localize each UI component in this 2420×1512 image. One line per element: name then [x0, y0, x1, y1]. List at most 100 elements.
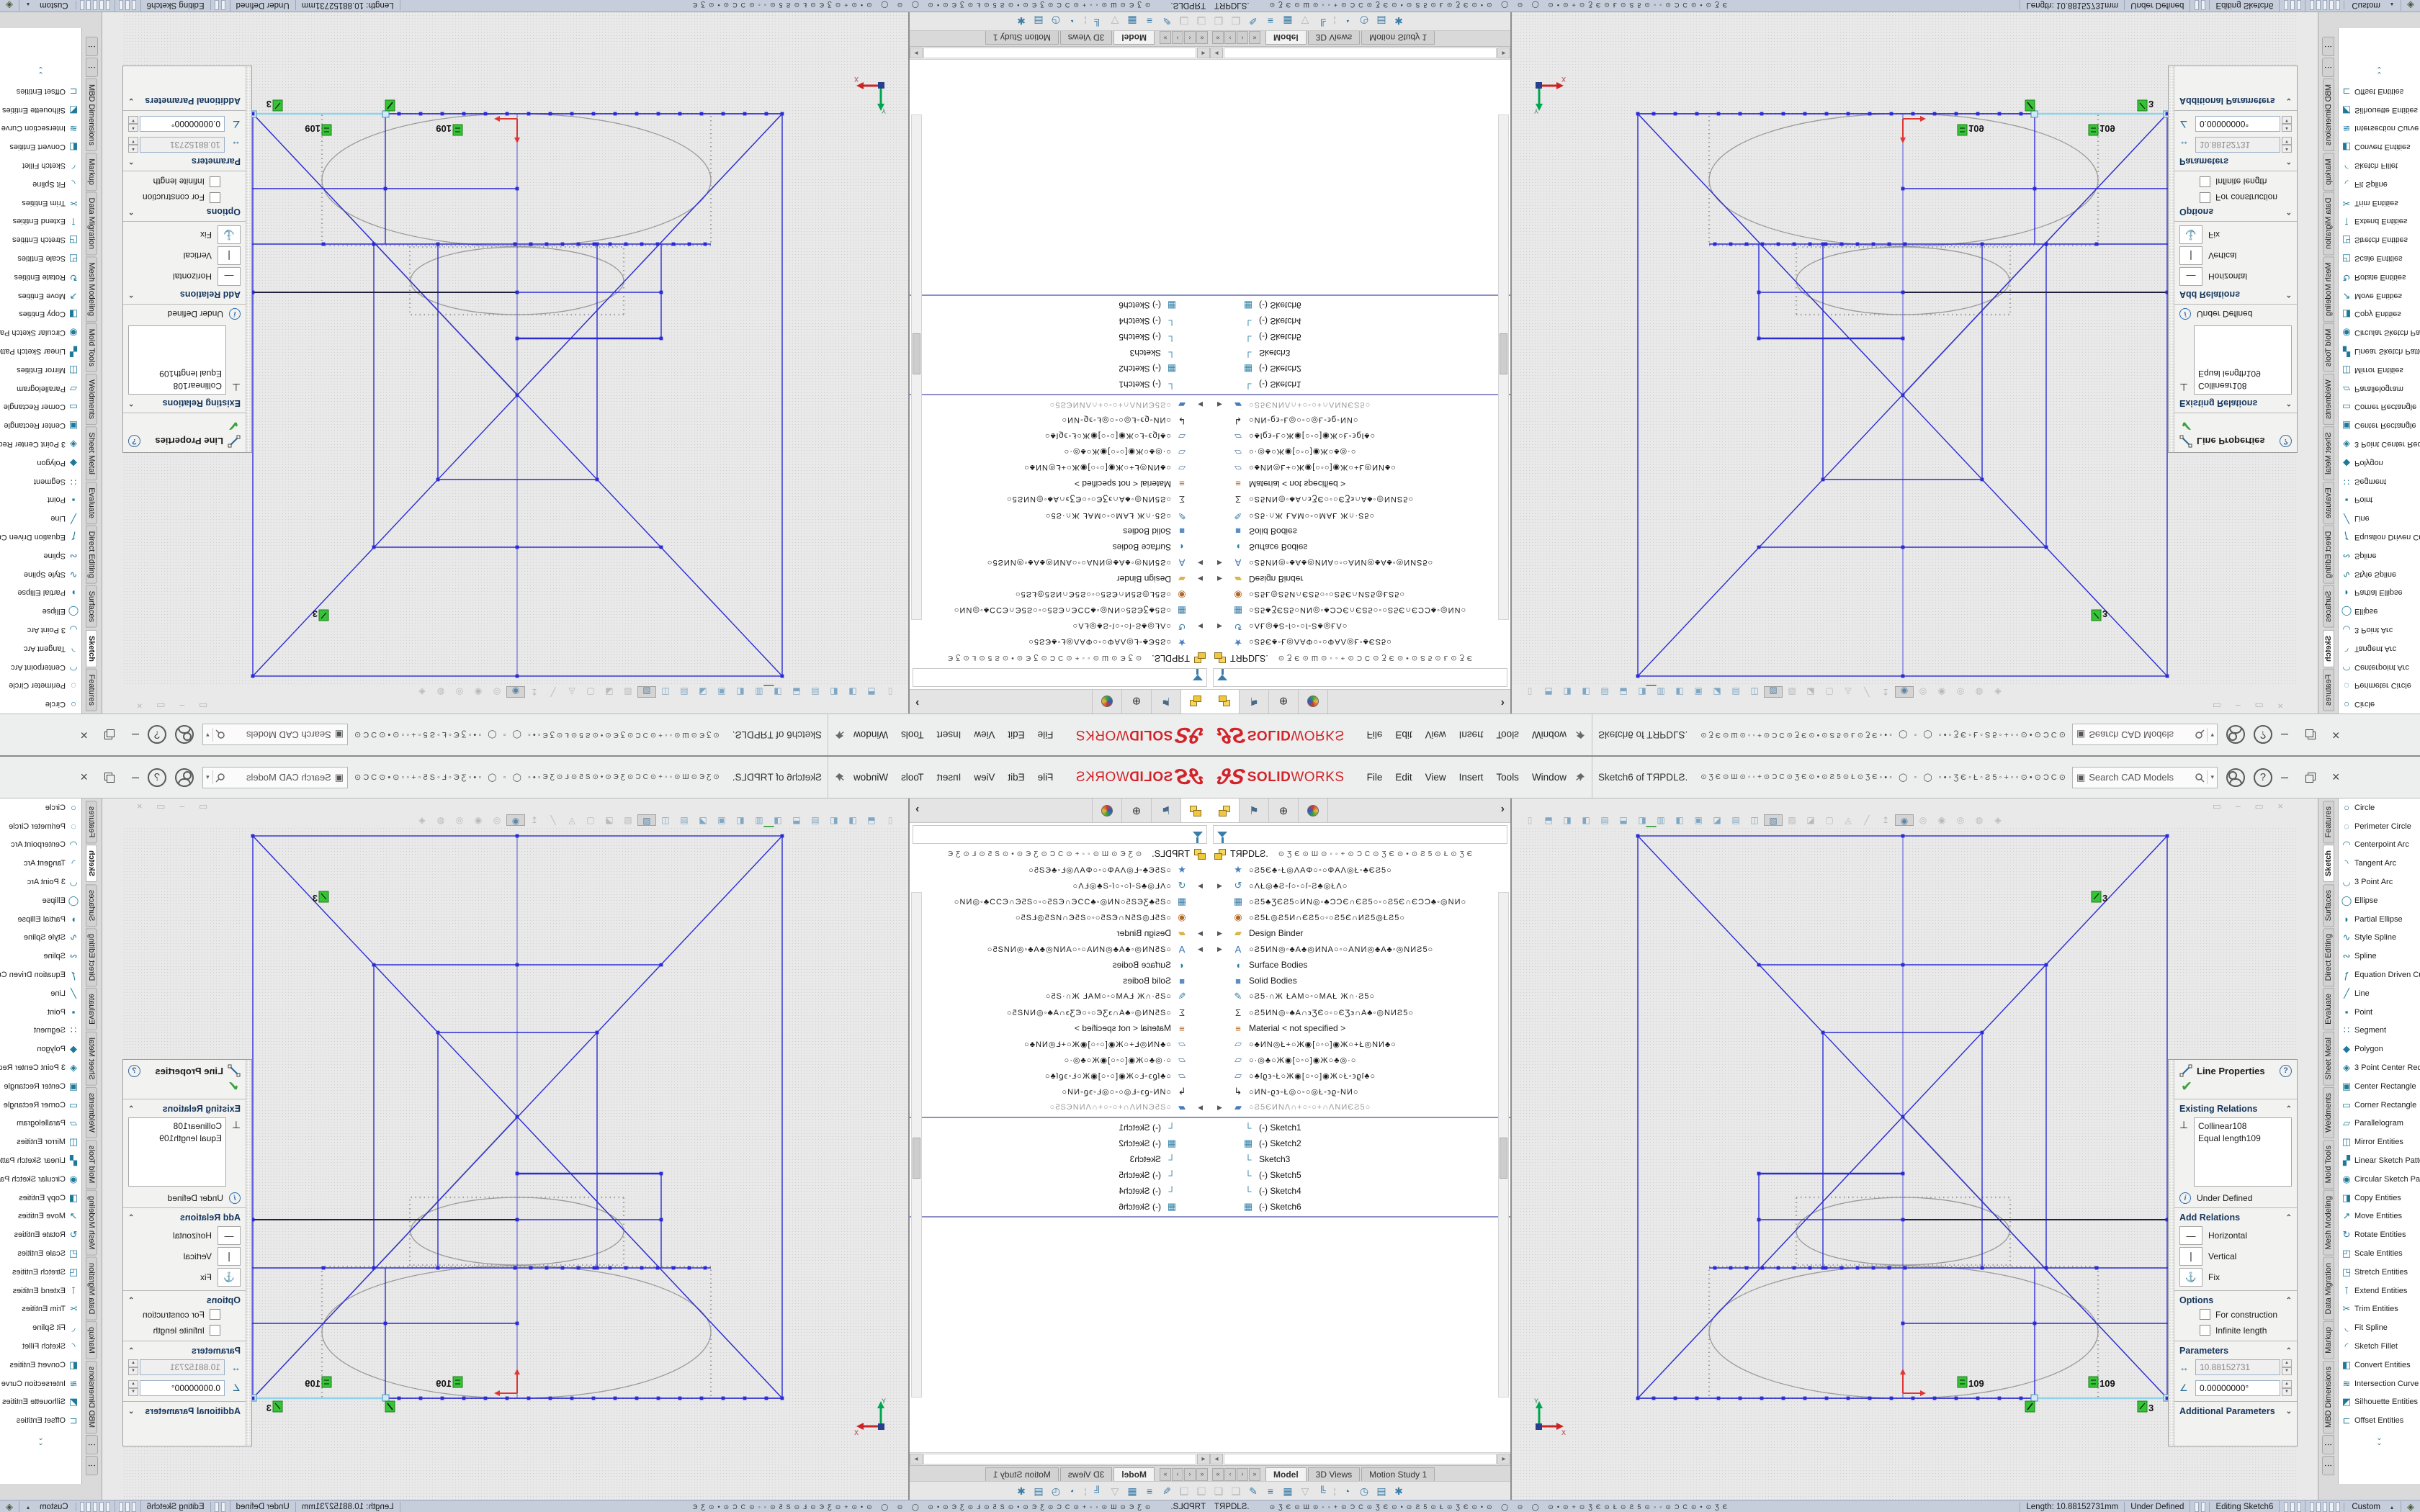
- tab-scroll-icon[interactable]: »: [1160, 31, 1171, 44]
- feature-tool-icon[interactable]: ◉: [469, 687, 488, 698]
- display-tool-icon[interactable]: ❏: [1193, 1485, 1210, 1498]
- tool-sketch-fillet[interactable]: ◜Sketch Fillet: [0, 1337, 81, 1356]
- feature-tool-icon[interactable]: ▤: [675, 687, 694, 698]
- tool-sketch-fillet[interactable]: ◜Sketch Fillet: [2339, 1337, 2420, 1356]
- configuration-manager-tab[interactable]: ⊕: [1121, 798, 1151, 822]
- tab-motion-study-1[interactable]: Motion Study 1: [985, 30, 1059, 45]
- tool-3-point-arc[interactable]: ◡3 Point Arc: [0, 873, 81, 891]
- existing-relations-header[interactable]: Existing Relations⌃: [2179, 398, 2292, 408]
- tool-perimeter-circle[interactable]: ◌Perimeter Circle: [2339, 817, 2420, 836]
- tab-3d-views[interactable]: 3D Views: [1060, 1467, 1112, 1482]
- tool-copy-entities[interactable]: ◨Copy Entities: [0, 305, 81, 323]
- ok-button[interactable]: ✔: [2181, 1079, 2292, 1095]
- feature-tool-icon[interactable]: ◨: [843, 814, 862, 826]
- tool-polygon[interactable]: ◆Polygon: [0, 454, 81, 472]
- menu-file[interactable]: File: [1361, 725, 1389, 744]
- display-tool-icon[interactable]: ▽: [1296, 15, 1314, 27]
- menu-file[interactable]: File: [1031, 768, 1060, 787]
- tree-root-item[interactable]: TЯPDLƧ. ⊙ƷЄ⊙Ш⊙◦◦+⊙ƆC⊙ƷЄ⊙•⊙Ƨ5⊙Ł⊙ƷЄ: [1210, 846, 1510, 862]
- relation-equal-length109[interactable]: Equal length109: [133, 1133, 222, 1145]
- menu-tools[interactable]: Tools: [895, 768, 931, 787]
- feature-tool-icon[interactable]: ◉: [1932, 814, 1951, 826]
- cmd-tab-mbd-dimensions[interactable]: MBD Dimensions: [86, 78, 98, 151]
- tab-scroll-icon[interactable]: »: [1249, 31, 1260, 44]
- tool-mirror-entities[interactable]: ◫Mirror Entities: [2339, 1133, 2420, 1151]
- pin-icon[interactable]: [1574, 772, 1586, 783]
- display-tool-icon[interactable]: ◔: [1065, 15, 1082, 27]
- tool-convert-entities[interactable]: ◧Convert Entities: [0, 1356, 81, 1374]
- display-tool-icon[interactable]: ◷: [1355, 1485, 1373, 1498]
- dimxpert-manager-tab[interactable]: [1092, 690, 1121, 714]
- relation-button-vertical[interactable]: ❘: [2179, 246, 2202, 265]
- feature-tool-icon[interactable]: ▢: [1820, 814, 1839, 826]
- relations-list[interactable]: Collinear108Equal length109: [2194, 1117, 2292, 1187]
- relation-button-vertical[interactable]: ❘: [218, 246, 241, 265]
- display-tool-icon[interactable]: ❏: [1227, 1485, 1245, 1498]
- display-tool-icon[interactable]: ✱: [1390, 1485, 1407, 1498]
- feature-tool-icon[interactable]: ▨: [1783, 814, 1801, 826]
- relation-button-horizontal[interactable]: —: [2179, 267, 2202, 286]
- tool-mirror-entities[interactable]: ◫Mirror Entities: [0, 1133, 81, 1151]
- feature-tool-icon[interactable]: ▥: [750, 814, 768, 826]
- tool-style-spline[interactable]: ∿Style Spline: [0, 929, 81, 948]
- tree-item-sketch5[interactable]: └(-) Sketch5: [1210, 329, 1510, 345]
- account-icon[interactable]: [175, 768, 194, 787]
- tool-move-entities[interactable]: ↗Move Entities: [2339, 287, 2420, 305]
- relation-collinear108[interactable]: Collinear108: [2198, 1120, 2287, 1133]
- feature-tool-icon[interactable]: ◪: [1801, 687, 1820, 698]
- cmd-tab-item[interactable]: ⋮: [2322, 1456, 2334, 1475]
- expand-arrow-icon[interactable]: ▶: [1217, 575, 1222, 583]
- length-spinner[interactable]: ▲▼: [128, 1359, 138, 1375]
- relation-equal-length109[interactable]: Equal length109: [133, 367, 222, 379]
- feature-tool-icon[interactable]: ◉: [1895, 814, 1914, 826]
- existing-relations-header[interactable]: Existing Relations⌃: [2179, 1104, 2292, 1114]
- tool-segment[interactable]: ∷Segment: [2339, 472, 2420, 491]
- tree-item-garbled[interactable]: ▦○Ƨ5♣ƷЄƧ5○ИN◎◦♣ƆƆЄ∩ЄƧ5○◦○Ƨ5Є∩ЄƆƆ♣◦◎NИ○: [1210, 603, 1510, 618]
- cmd-tab-direct-editing[interactable]: Direct Editing: [2323, 928, 2334, 986]
- menu-window[interactable]: Window: [847, 725, 895, 744]
- display-tool-icon[interactable]: ¦: [1082, 16, 1089, 26]
- tool-trim-entities[interactable]: ✂Trim Entities: [0, 194, 81, 212]
- display-tool-icon[interactable]: ✱: [1013, 1485, 1030, 1498]
- feature-tool-icon[interactable]: ◬: [563, 814, 581, 826]
- tool-polygon[interactable]: ◆Polygon: [2339, 454, 2420, 472]
- dimxpert-manager-tab[interactable]: [1299, 798, 1328, 822]
- expand-arrow-icon[interactable]: ▶: [1198, 930, 1203, 937]
- tool-scale-entities[interactable]: ◰Scale Entities: [2339, 249, 2420, 268]
- tree-horizontal-scrollbar[interactable]: ◂ ▸: [1210, 47, 1510, 60]
- parameters-header[interactable]: Parameters⌃: [2179, 1346, 2292, 1356]
- tab-model[interactable]: Model: [1265, 1467, 1307, 1482]
- tree-item-garbled[interactable]: ▱○♣ſϱ϶◦Ł○Ж◉[○◦○]◉Ж○Ł◦϶ϱſ♣○: [1210, 428, 1510, 444]
- restore-button[interactable]: [2305, 773, 2315, 782]
- expand-arrow-icon[interactable]: ▶: [1198, 623, 1203, 631]
- feature-tool-icon[interactable]: ◉: [1932, 687, 1951, 698]
- tree-item-surface-bodies[interactable]: ◖Surface Bodies: [1210, 539, 1510, 555]
- tool-style-spline[interactable]: ∿Style Spline: [2339, 565, 2420, 584]
- feature-tool-icon[interactable]: ◨: [1633, 687, 1652, 698]
- relation-button-fix[interactable]: ⚓: [2179, 225, 2202, 244]
- search-input[interactable]: ▣ Search CAD Models ▾: [2072, 724, 2218, 746]
- feature-tool-icon[interactable]: ▯: [881, 814, 900, 826]
- tree-item-sketch6[interactable]: ▦(-) Sketch6: [1210, 297, 1510, 313]
- angle-spinner[interactable]: ▲▼: [128, 1380, 138, 1396]
- tool-polygon[interactable]: ◆Polygon: [2339, 1040, 2420, 1058]
- feature-tool-icon[interactable]: ▧: [1764, 814, 1783, 826]
- tree-item-garbled[interactable]: ◉○Ƨ5Ł◎Ƨ5И∩ЄƧ5○◦○Ƨ5Є∩ИƧ5◎ŁƧ5○: [910, 587, 1210, 603]
- feature-tool-icon[interactable]: ▨: [619, 687, 637, 698]
- checkbox-for-construction[interactable]: [2200, 1309, 2210, 1320]
- tool-polygon[interactable]: ◆Polygon: [0, 1040, 81, 1058]
- collapse-icon[interactable]: ⌃: [2286, 1347, 2292, 1355]
- tree-item-sketch6[interactable]: ▦(-) Sketch6: [910, 1199, 1210, 1215]
- account-icon[interactable]: [175, 726, 194, 744]
- feature-tool-icon[interactable]: ╱: [1857, 814, 1876, 826]
- display-tool-icon[interactable]: ▦: [1279, 1485, 1296, 1498]
- feature-manager-tab[interactable]: [1180, 690, 1210, 714]
- tab-scroll-icon[interactable]: ›: [1172, 1468, 1183, 1481]
- tree-item-garbled[interactable]: Σ○Ƨ5ИN◎◦♣A∩϶ƷЄ○◦○ЄƷ϶∩A♣◦◎NИƧ5○: [910, 492, 1210, 508]
- cmd-tab-direct-editing[interactable]: Direct Editing: [2323, 526, 2334, 584]
- cmd-tab-item[interactable]: ⋮: [86, 1435, 98, 1454]
- feature-tool-icon[interactable]: ▧: [637, 687, 656, 698]
- tab-motion-study-1[interactable]: Motion Study 1: [1361, 1467, 1435, 1482]
- cmd-tab-sketch[interactable]: Sketch: [2323, 845, 2334, 882]
- additional-parameters-header[interactable]: Additional Parameters⌄: [128, 96, 241, 106]
